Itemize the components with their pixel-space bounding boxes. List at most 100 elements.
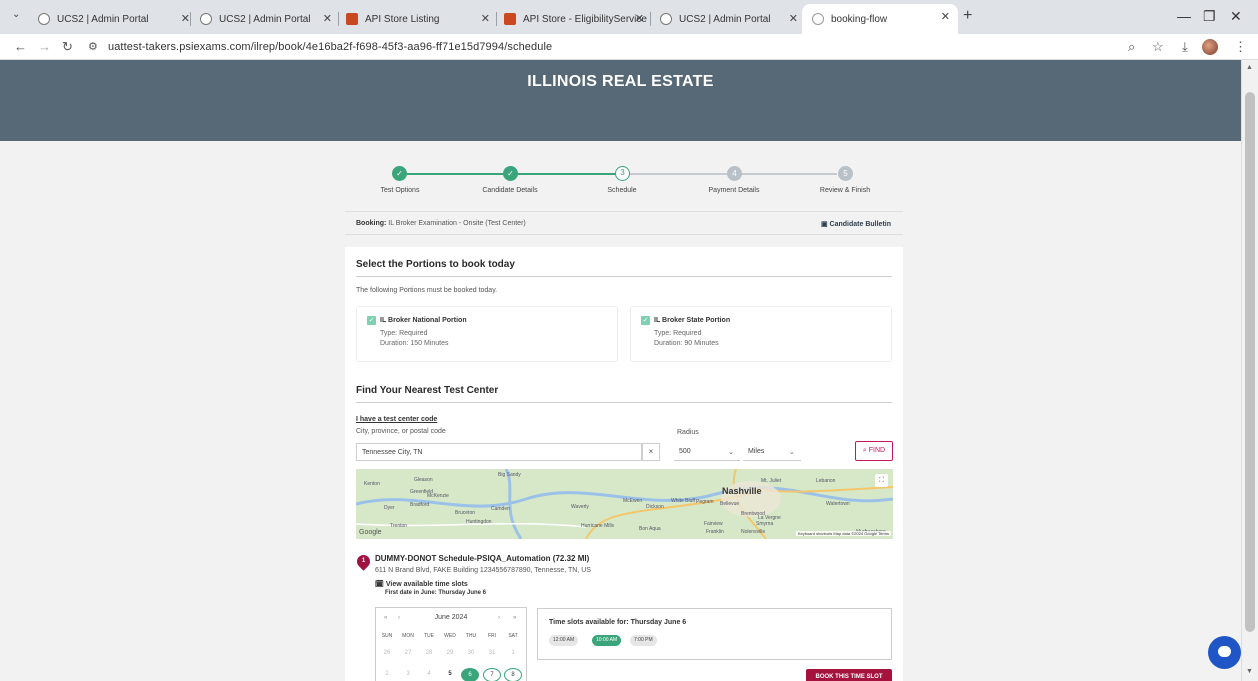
browser-tab[interactable]: API Store - EligibilityService ✕	[494, 6, 652, 32]
time-slots-title: Time slots available for: Thursday June …	[549, 619, 687, 626]
scrollbar-thumb[interactable]	[1245, 92, 1255, 632]
chevron-down-icon: ⌄	[789, 449, 795, 456]
find-button[interactable]: ⌕ FIND	[855, 441, 893, 461]
map-place-label: Big Sandy	[498, 472, 521, 478]
map-place-label: Bellevue	[720, 501, 740, 507]
chat-button[interactable]	[1208, 636, 1241, 669]
browser-tab[interactable]: UCS2 | Admin Portal ✕	[28, 6, 198, 32]
fullscreen-icon[interactable]: ⛶	[875, 474, 888, 487]
candidate-bulletin-link[interactable]: ▣ Candidate Bulletin	[821, 220, 891, 228]
calendar-day[interactable]: 5	[442, 671, 458, 677]
test-center-code-link[interactable]: I have a test center code	[356, 416, 437, 423]
map-place-label: Waverly	[571, 504, 589, 510]
time-slot-selected[interactable]: 10:00 AM	[592, 635, 622, 646]
next-month-icon[interactable]: ›	[498, 615, 500, 621]
first-date-text: First date in June: Thursday June 6	[385, 590, 487, 596]
portion-duration: Duration: 90 Minutes	[654, 340, 719, 347]
map-place-label: Huntingdon	[466, 519, 492, 525]
forward-icon[interactable]: →	[38, 39, 51, 54]
map-place-label: Dyer	[384, 505, 395, 511]
clear-input-button[interactable]: ×	[642, 443, 660, 461]
calendar-day-selected[interactable]: 6	[461, 668, 479, 681]
map-place-label: Gleason	[414, 477, 433, 483]
browser-tab[interactable]: API Store Listing ✕	[336, 6, 498, 32]
new-tab-icon[interactable]: +	[963, 7, 972, 25]
restore-icon[interactable]: ❐	[1203, 8, 1216, 25]
weekday-header: SUN	[381, 633, 393, 639]
calendar-day: 27	[404, 650, 412, 656]
map-place-label: Hurricane Mills	[581, 523, 615, 529]
page-header: ILLINOIS REAL ESTATE	[0, 60, 1241, 141]
site-settings-icon[interactable]: ⚙	[88, 40, 98, 53]
map-attribution[interactable]: Keyboard shortcuts Map data ©2024 Google…	[795, 531, 891, 536]
checkbox-checked-icon[interactable]: ✓	[367, 316, 376, 325]
time-slot-option[interactable]: 7:00 PM	[630, 635, 657, 646]
close-window-icon[interactable]: ✕	[1230, 8, 1242, 25]
calendar-day: 26	[383, 650, 391, 656]
address-bar: ← → ↻ ⚙ uattest-takers.psiexams.com/ilre…	[0, 34, 1258, 60]
page-scrollbar[interactable]: ▲ ▼	[1241, 60, 1258, 681]
scroll-down-icon[interactable]: ▼	[1246, 668, 1253, 675]
tab-title: UCS2 | Admin Portal	[679, 13, 771, 25]
step-pending-indicator: 5	[838, 166, 853, 181]
time-slot-option[interactable]: 12:00 AM	[549, 635, 579, 646]
browser-tab[interactable]: UCS2 | Admin Portal ✕	[190, 6, 340, 32]
map-place-label: Pegram	[696, 499, 714, 505]
close-icon[interactable]: ✕	[941, 10, 950, 23]
close-icon[interactable]: ✕	[481, 12, 490, 25]
test-center-name: DUMMY-DONOT Schedule-PSIQA_Automation (7…	[375, 554, 590, 563]
map-place-label: McKenzie	[427, 493, 449, 499]
city-input[interactable]: Tennessee City, TN	[356, 443, 642, 461]
scroll-up-icon[interactable]: ▲	[1246, 64, 1253, 71]
calendar-day: 4	[427, 671, 431, 677]
view-slots-link[interactable]: 🗓 View available time slots	[375, 580, 468, 588]
portion-card: ✓ IL Broker State Portion Type: Required…	[630, 306, 892, 362]
time-slots-panel: Time slots available for: Thursday June …	[537, 608, 892, 660]
close-icon[interactable]: ✕	[789, 12, 798, 25]
chevron-down-icon: ⌄	[728, 449, 734, 456]
minimize-icon[interactable]: —	[1177, 8, 1191, 24]
map-place-label: Lebanon	[816, 478, 836, 484]
ucs-icon	[38, 13, 50, 25]
browser-tab-active[interactable]: booking-flow ✕	[802, 4, 958, 34]
browser-tab[interactable]: UCS2 | Admin Portal ✕	[650, 6, 806, 32]
map-place-label: McEwen	[623, 498, 643, 504]
map-place-label: Trenton	[390, 523, 408, 529]
close-icon[interactable]: ✕	[181, 12, 190, 25]
map-place-label: Kenton	[364, 481, 380, 487]
tab-search-icon[interactable]: ⌄	[12, 9, 20, 20]
weekday-header: THU	[465, 633, 477, 639]
close-icon[interactable]: ✕	[635, 12, 644, 25]
tab-title: API Store - EligibilityService	[523, 13, 647, 25]
search-icon: ⌕	[862, 447, 867, 454]
url-field[interactable]: uattest-takers.psiexams.com/ilrep/book/4…	[108, 41, 552, 53]
book-time-slot-button[interactable]: BOOK THIS TIME SLOT	[806, 669, 892, 681]
calendar-day-available[interactable]: 7	[483, 668, 501, 681]
portion-card: ✓ IL Broker National Portion Type: Requi…	[356, 306, 618, 362]
weekday-header: SAT	[508, 633, 518, 639]
map-place-label: Franklin	[706, 529, 724, 535]
map-place-label: Bradford	[410, 502, 430, 508]
weekday-header: TUE	[424, 633, 434, 639]
page-title: ILLINOIS REAL ESTATE	[527, 73, 714, 90]
download-icon[interactable]: ⤓	[1182, 39, 1188, 55]
portion-type: Type: Required	[654, 330, 702, 337]
calendar-day: 29	[446, 650, 454, 656]
booking-value: IL Broker Examination - Onsite (Test Cen…	[388, 220, 526, 227]
tab-title: UCS2 | Admin Portal	[219, 13, 311, 25]
avatar[interactable]	[1202, 39, 1218, 55]
back-icon[interactable]: ←	[14, 39, 27, 54]
calendar-day-available[interactable]: 8	[504, 668, 522, 681]
more-menu-icon[interactable]: ⋮	[1234, 39, 1247, 55]
map[interactable]: Kenton Gleason Big Sandy Greenfield McKe…	[356, 469, 893, 539]
api-store-icon	[346, 13, 358, 25]
progress-stepper: ✓ Test Options ✓ Candidate Details 3 Sch…	[345, 160, 905, 200]
step-label: Candidate Details	[482, 187, 538, 194]
zoom-icon[interactable]: ⌕	[1128, 39, 1135, 55]
reload-icon[interactable]: ↻	[62, 39, 73, 55]
close-icon[interactable]: ✕	[323, 12, 332, 25]
checkbox-checked-icon[interactable]: ✓	[641, 316, 650, 325]
tab-title: API Store Listing	[365, 13, 440, 25]
bookmark-star-icon[interactable]: ☆	[1152, 39, 1164, 55]
next-year-icon[interactable]: »	[513, 615, 516, 621]
